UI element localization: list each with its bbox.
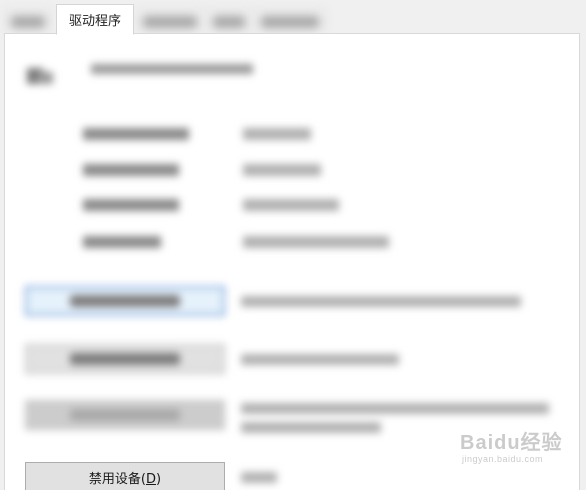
device-name — [91, 64, 253, 74]
disable-device-label: 禁用设备(D) — [88, 471, 162, 487]
driver-provider-label — [83, 128, 189, 140]
baidu-jingyan-watermark: Baidu经验 jingyan.baidu.com — [460, 432, 563, 464]
tab-strip: 驱动程序 — [0, 0, 586, 35]
digital-signer-value — [243, 236, 389, 248]
driver-details-description — [241, 296, 521, 307]
roll-back-driver-description-line2 — [241, 422, 381, 433]
tab-resources[interactable] — [254, 8, 326, 34]
roll-back-driver-button[interactable] — [25, 400, 225, 430]
device-icon — [23, 64, 57, 90]
digital-signer-label — [83, 236, 161, 248]
driver-provider-value — [243, 128, 311, 140]
tab-driver[interactable]: 驱动程序 — [56, 4, 134, 35]
tab-details[interactable] — [136, 8, 204, 34]
driver-version-value — [243, 199, 339, 211]
update-driver-button[interactable] — [25, 344, 225, 374]
tab-driver-label: 驱动程序 — [68, 14, 121, 29]
disable-device-description — [241, 472, 277, 483]
driver-tab-panel: 禁用设备(D) — [4, 33, 580, 490]
tab-events[interactable] — [206, 8, 252, 34]
device-properties-dialog: 驱动程序 禁用设备(D) Baidu经验 jingyan.baidu.com — [0, 0, 586, 490]
driver-date-value — [243, 164, 321, 176]
roll-back-driver-description-line1 — [241, 403, 549, 414]
driver-version-label — [83, 199, 179, 211]
driver-details-button[interactable] — [25, 286, 225, 316]
driver-date-label — [83, 164, 179, 176]
update-driver-description — [241, 354, 399, 365]
tab-general[interactable] — [4, 8, 52, 34]
disable-device-button[interactable]: 禁用设备(D) — [25, 462, 225, 490]
